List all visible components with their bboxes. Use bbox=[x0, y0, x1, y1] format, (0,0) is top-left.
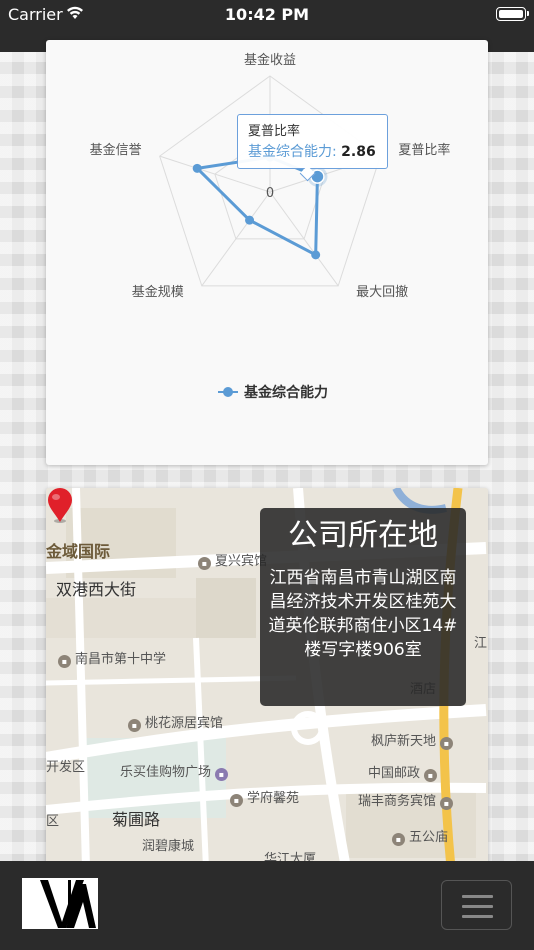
radar-point-4 bbox=[192, 163, 202, 173]
bottom-bar bbox=[0, 861, 534, 950]
temple-icon: ▪ bbox=[392, 833, 405, 846]
map-label-shuanggang: 双港西大街 bbox=[56, 580, 137, 599]
hotel-icon: ▪ bbox=[198, 557, 211, 570]
radar-indicator-label-4: 基金信誉 bbox=[90, 142, 142, 158]
map-label-runbi: 润碧康城 bbox=[142, 839, 195, 854]
tooltip-series: 基金综合能力 bbox=[248, 144, 332, 160]
residence-icon: ▪ bbox=[230, 794, 243, 807]
map-label-school: ▪ 南昌市第十中学 bbox=[58, 648, 166, 668]
map-label-jinyu: 金域国际 bbox=[46, 542, 111, 561]
hotel-icon: ▪ bbox=[128, 719, 141, 732]
logo-mark bbox=[40, 880, 96, 928]
residence-icon: ▪ bbox=[440, 737, 454, 750]
brand-logo[interactable] bbox=[22, 878, 98, 929]
school-icon: ▪ bbox=[58, 655, 71, 668]
map-card[interactable]: 金域国际 ▪ 夏兴宾馆 双港西大街 ▪ 南昌市第十中学 ▪ 桃花源居宾馆 开发区 乐买… bbox=[46, 488, 488, 868]
chart-legend[interactable]: 基金综合能力 bbox=[218, 382, 328, 402]
map-label-ruifeng: 瑞丰商务宾馆 ▪ bbox=[358, 790, 454, 810]
map-label-qu: 区 bbox=[46, 814, 60, 829]
legend-label: 基金综合能力 bbox=[244, 385, 328, 401]
map-pin-icon[interactable] bbox=[46, 488, 74, 524]
battery-icon bbox=[496, 7, 529, 21]
post-office-icon: ▪ bbox=[424, 769, 438, 782]
radar-chart-card: 基金收益 夏普比率 最大回撤 基金规模 基金信誉 0 夏普比率 基金综合能力: 2.86 … bbox=[46, 40, 488, 465]
map-label-jiang: 江 bbox=[474, 636, 488, 651]
map-label-youzheng: 中国邮政 ▪ bbox=[368, 762, 438, 782]
map-label-fengting: 枫庐新天地 ▪ bbox=[371, 730, 454, 750]
map-label-xuefu: ▪ 学府馨苑 bbox=[230, 787, 299, 807]
company-location-infobox: 公司所在地 江西省南昌市青山湖区南昌经济技术开发区桂苑大道英伦联邦商住小区14#… bbox=[260, 508, 466, 706]
shopping-icon: ▪ bbox=[215, 768, 229, 781]
map-label-xiaxing: ▪ 夏兴宾馆 bbox=[198, 550, 267, 570]
radar-indicator-label-1: 夏普比率 bbox=[398, 142, 450, 158]
hotel-icon: ▪ bbox=[440, 797, 454, 810]
clock: 10:42 PM bbox=[224, 5, 310, 24]
infobox-title: 公司所在地 bbox=[288, 518, 438, 553]
map-label-juwei: 菊圃路 bbox=[112, 810, 161, 829]
radar-center-label: 0 bbox=[266, 186, 274, 201]
radar-indicator-label-2: 最大回撤 bbox=[356, 284, 408, 300]
tooltip-value: 2.86 bbox=[341, 144, 376, 160]
hamburger-menu-icon[interactable] bbox=[441, 880, 512, 930]
radar-indicator-label-0: 基金收益 bbox=[244, 52, 296, 68]
legend-marker-icon bbox=[218, 386, 238, 398]
map-label-taohua: ▪ 桃花源居宾馆 bbox=[128, 712, 223, 732]
chart-tooltip: 夏普比率 基金综合能力: 2.86 bbox=[237, 114, 388, 169]
infobox-address: 江西省南昌市青山湖区南昌经济技术开发区桂苑大道英伦联邦商住小区14#楼写字楼90… bbox=[268, 568, 458, 660]
radar-point-3 bbox=[245, 215, 255, 225]
radar-point-2 bbox=[311, 250, 321, 260]
tooltip-title: 夏普比率 bbox=[248, 124, 301, 139]
map-label-wugong: ▪ 五公庙 bbox=[392, 826, 448, 846]
map-label-kaifa: 开发区 bbox=[46, 760, 86, 775]
map-label-lejia: 乐买佳购物广场 ▪ bbox=[120, 761, 229, 781]
radar-indicator-label-3: 基金规模 bbox=[132, 284, 184, 300]
